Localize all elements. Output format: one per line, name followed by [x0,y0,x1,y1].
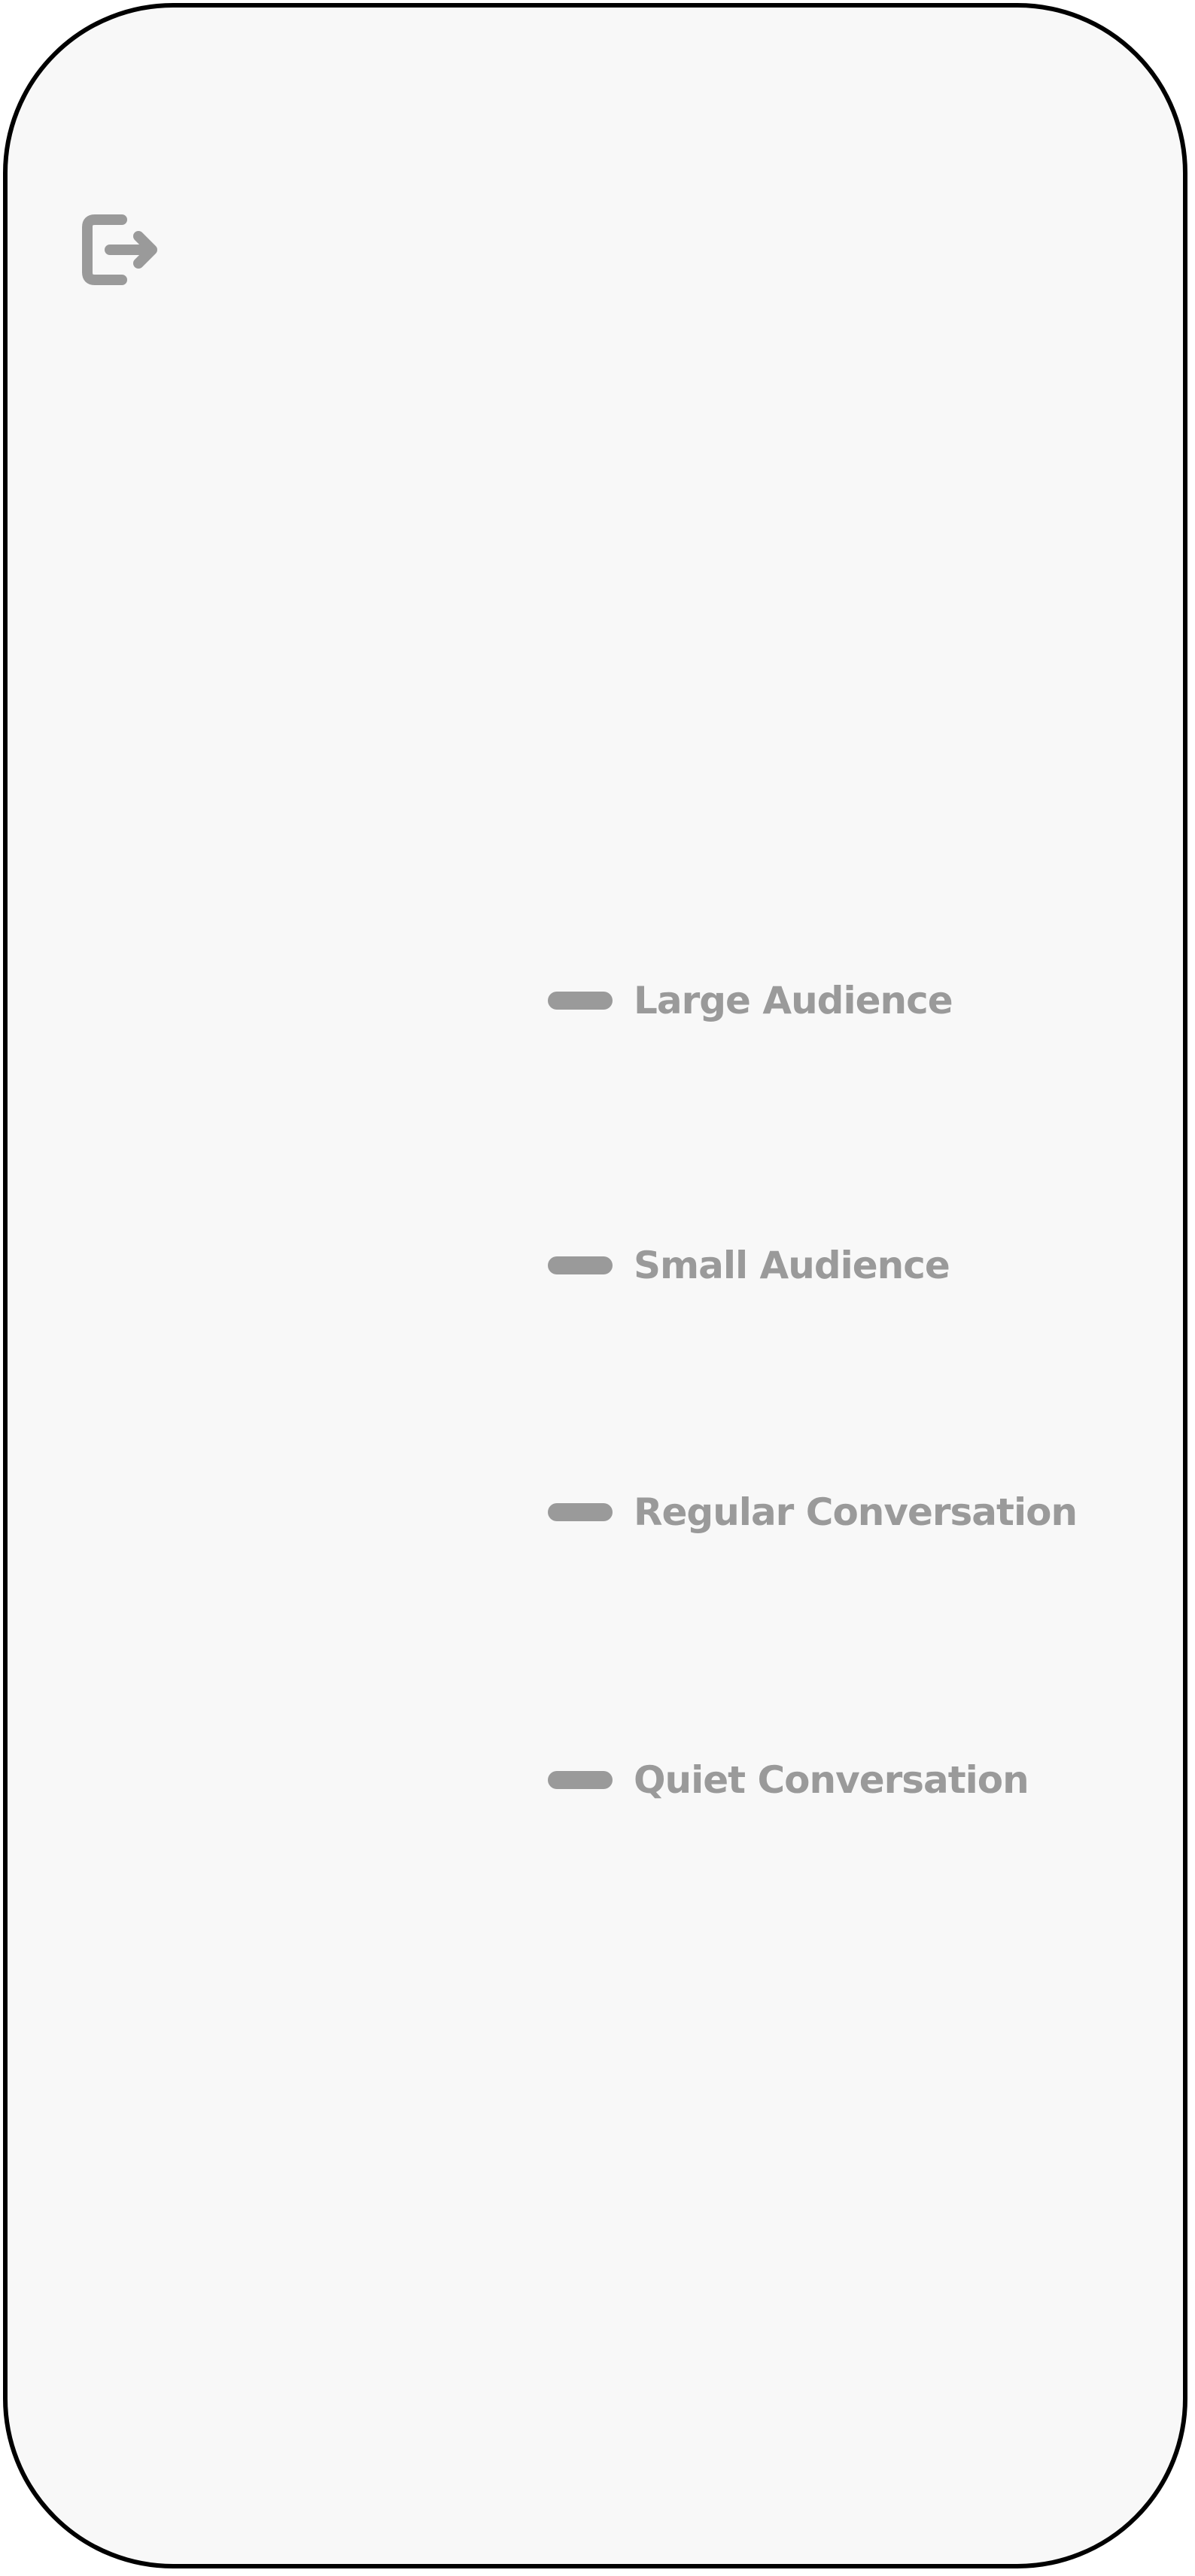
phone-frame: Large Audience Small Audience Regular Co… [3,3,1187,2568]
level-regular-conversation[interactable]: Regular Conversation [548,1482,1078,1542]
level-label: Quiet Conversation [634,1758,1029,1802]
level-label: Regular Conversation [634,1490,1078,1534]
volume-level-list: Large Audience Small Audience Regular Co… [8,8,1183,2564]
level-large-audience[interactable]: Large Audience [548,971,953,1031]
level-marker [548,1256,613,1274]
level-marker [548,1503,613,1521]
level-label: Small Audience [634,1244,950,1287]
level-label: Large Audience [634,979,953,1022]
level-marker [548,1771,613,1789]
level-small-audience[interactable]: Small Audience [548,1235,950,1296]
level-quiet-conversation[interactable]: Quiet Conversation [548,1750,1029,1810]
level-marker [548,992,613,1010]
